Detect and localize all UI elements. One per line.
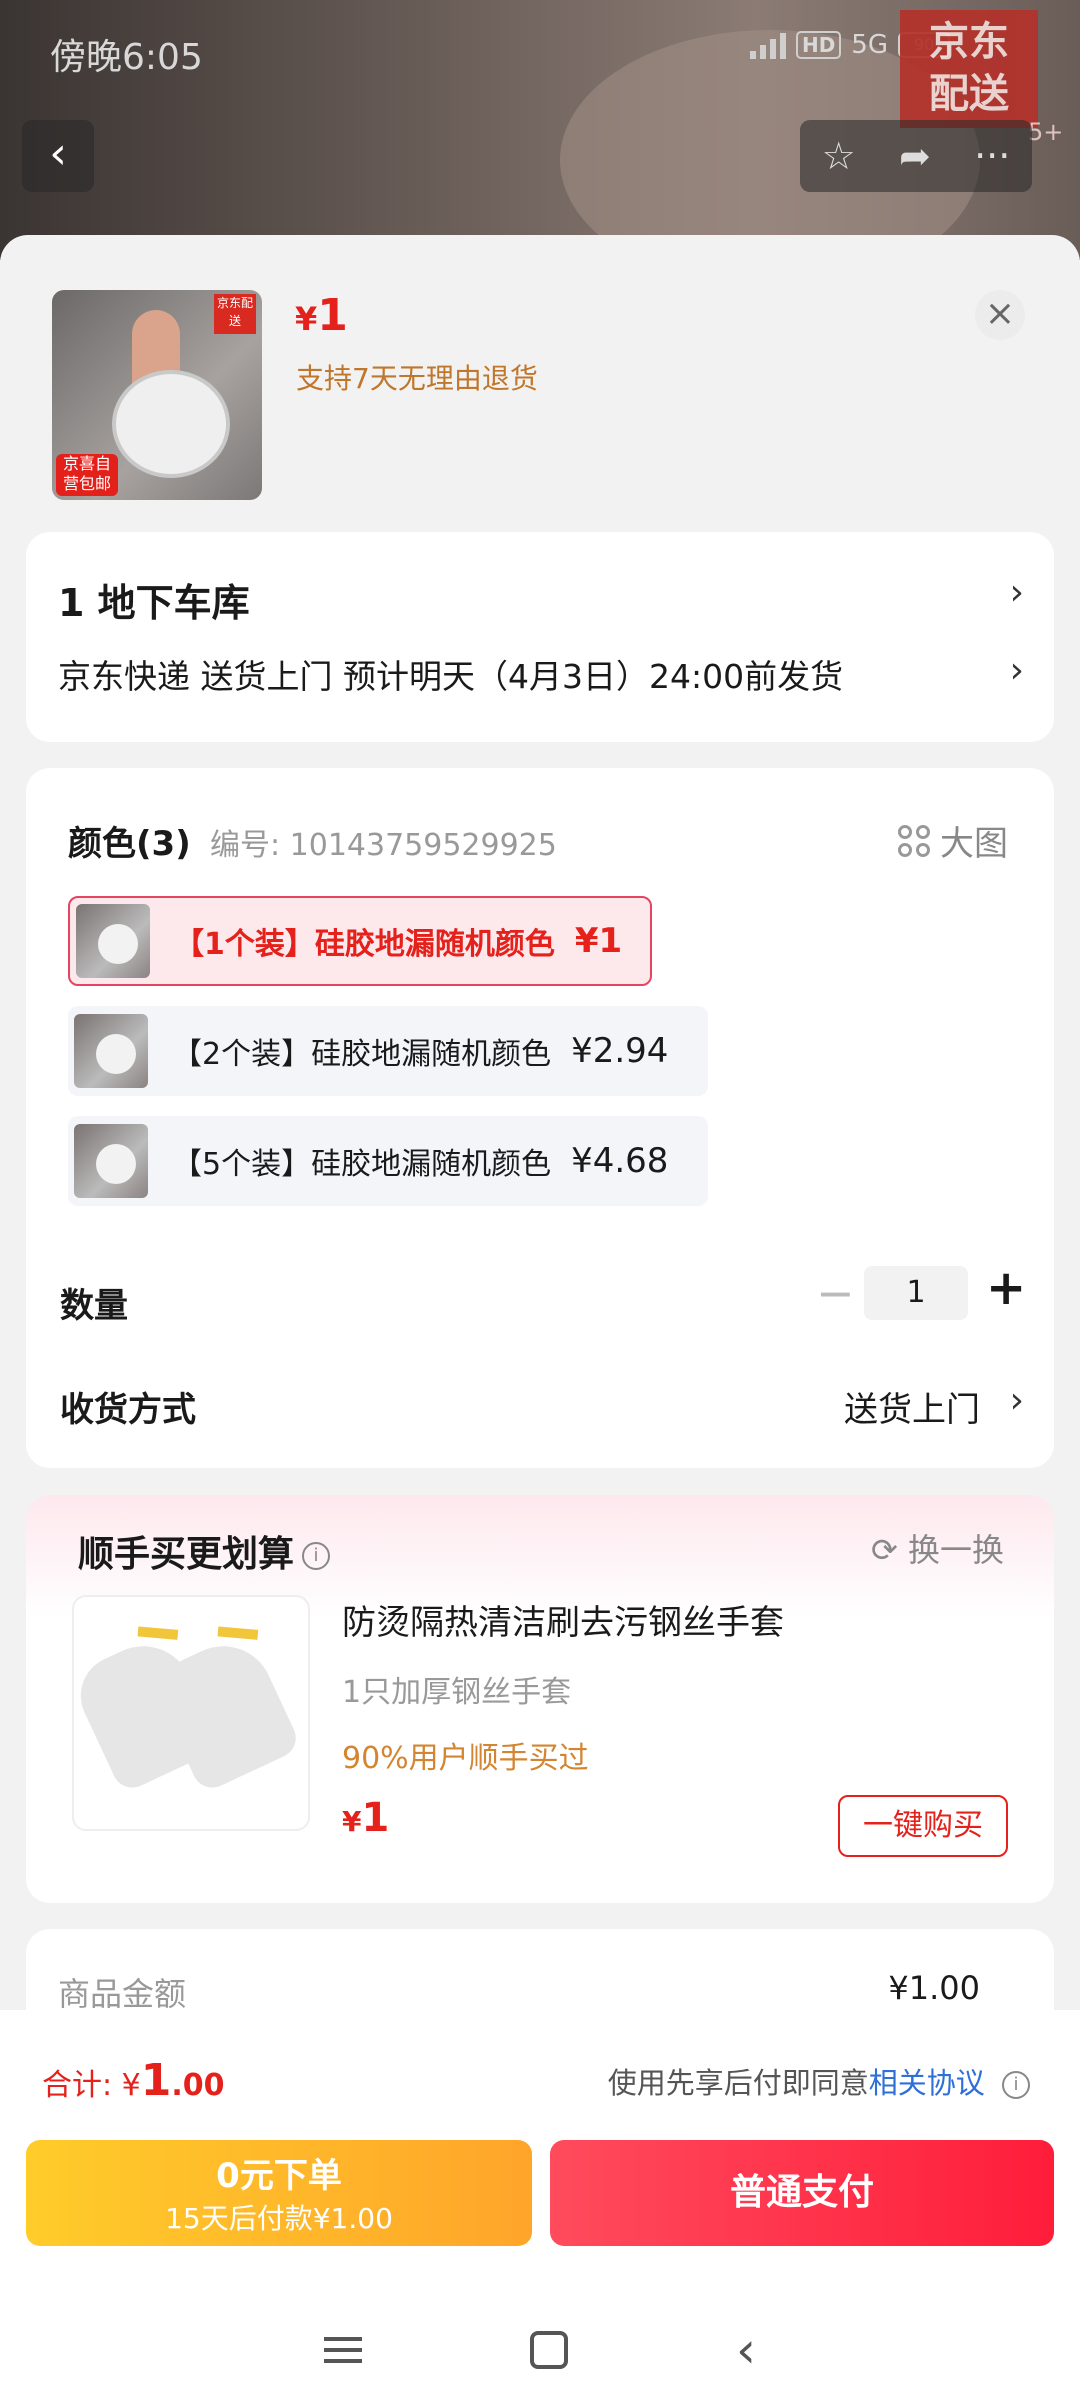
address-card[interactable]: 1 地下车库 › 京东快递 送货上门 预计明天（4月3日）24:00前发货 › [26,532,1054,742]
normal-pay-button[interactable]: 普通支付 [550,2140,1054,2246]
bundle-product-price: ¥1 [342,1795,389,1841]
bundle-product-percent: 90%用户顺手买过 [342,1741,589,1776]
jd-delivery-stamp: 京东 配送 [900,10,1038,128]
purchase-sheet: 京东配送 京喜自营包邮 ¥1 支持7天无理由退货 × 1 地下车库 › 京东快递… [0,235,1080,2135]
chevron-right-icon: › [1009,650,1024,691]
product-code: 编号: 10143759529925 [210,828,557,863]
delivery-estimate: 京东快递 送货上门 预计明天（4月3日）24:00前发货 [58,657,844,696]
option-2[interactable]: 【2个装】硅胶地漏随机颜色 ¥2.94 [68,1006,708,1096]
hd-badge: HD [795,31,842,59]
image-count-badge: 5+ [1028,118,1064,146]
one-click-buy-button[interactable]: 一键购买 [838,1795,1008,1857]
thumb-drain-cover [112,370,230,478]
agreement-link[interactable]: 相关协议 [869,2066,985,2100]
thumb-badge: 京喜自营包邮 [56,454,118,496]
swap-button[interactable]: ⟳ 换一换 [871,1525,1004,1571]
total: 合计: ¥1.00 [42,2055,225,2106]
quantity-label: 数量 [60,1286,128,1326]
status-time: 傍晚6:05 [50,37,203,78]
amount-label: 商品金额 [58,1975,187,2013]
product-price: ¥1 [295,290,348,341]
option-thumbnail [74,1014,148,1088]
stamp-text-2: 配送 [929,71,1009,117]
pay-later-sub: 15天后付款¥1.00 [165,2202,393,2235]
option-price: ¥4.68 [571,1141,669,1181]
chevron-right-icon: › [1009,572,1024,613]
total-dec: .00 [171,2068,225,2103]
close-button[interactable]: × [975,290,1025,340]
network-label: 5G [851,30,888,60]
quantity-increase-button[interactable]: + [986,1260,1026,1316]
total-symbol: ¥ [121,2068,141,2103]
agreement-text: 使用先享后付即同意 [607,2066,869,2100]
total-int: 1 [140,2055,172,2106]
amount-value: ¥1.00 [888,1969,980,2007]
grid-icon [898,824,930,857]
option-3[interactable]: 【5个装】硅胶地漏随机颜色 ¥4.68 [68,1116,708,1206]
pay-later-title: 0元下单 [216,2156,342,2196]
back-button[interactable]: ‹ [22,120,94,192]
receive-method-value[interactable]: 送货上门 [844,1382,980,1431]
info-icon[interactable]: i [302,1542,331,1570]
address-text: 1 地下车库 [58,581,250,625]
option-1[interactable]: 【1个装】硅胶地漏随机颜色 ¥1 [68,896,652,986]
home-icon[interactable] [530,2331,568,2369]
bundle-product-image[interactable] [72,1595,310,1831]
pay-later-button[interactable]: 0元下单 15天后付款¥1.00 [26,2140,532,2246]
back-nav-icon[interactable]: ‹ [736,2321,756,2379]
price-value: 1 [361,1795,390,1841]
agreement: 使用先享后付即同意相关协议 i [608,2060,1030,2102]
receive-method-label: 收货方式 [60,1390,196,1430]
spec-card: 颜色(3) 编号: 10143759529925 大图 【1个装】硅胶地漏随机颜… [26,768,1054,1468]
thumb-tag: 京东配送 [214,294,256,334]
system-nav-bar: ‹ [0,2300,1080,2400]
favorite-icon[interactable]: ☆ [822,134,856,178]
info-icon[interactable]: i [1002,2071,1030,2099]
share-icon[interactable]: ➦ [899,134,931,178]
color-title: 颜色(3) [68,824,191,864]
quantity-decrease-button[interactable]: − [816,1266,855,1320]
quantity-input[interactable]: 1 [864,1266,968,1320]
big-image-label: 大图 [940,824,1008,864]
top-actions: ☆ ➦ ··· [800,120,1032,192]
menu-icon[interactable] [324,2337,362,2363]
refresh-icon: ⟳ [871,1531,898,1569]
bundle-title-text: 顺手买更划算 [78,1534,295,1575]
back-icon: ‹ [49,128,67,179]
price-value: 1 [317,290,348,341]
option-thumbnail [74,1124,148,1198]
signal-icon [749,31,786,59]
more-icon[interactable]: ··· [974,134,1010,178]
bundle-product-name[interactable]: 防烫隔热清洁刷去污钢丝手套 [342,1595,784,1644]
chevron-right-icon: › [1009,1380,1024,1421]
bundle-product-sub: 1只加厚钢丝手套 [342,1675,572,1710]
total-label: 合计: [42,2068,122,2103]
option-name: 【5个装】硅胶地漏随机颜色 [172,1147,552,1182]
return-policy: 支持7天无理由退货 [296,362,538,395]
option-name: 【2个装】硅胶地漏随机颜色 [172,1037,552,1072]
stamp-text-1: 京东 [929,19,1009,65]
price-symbol: ¥ [342,1805,362,1838]
option-price: ¥2.94 [571,1031,669,1071]
swap-label: 换一换 [907,1531,1004,1569]
bundle-title: 顺手买更划算 i [78,1525,331,1577]
option-price: ¥1 [574,921,623,961]
close-icon: × [984,293,1016,334]
bundle-card: 顺手买更划算 i ⟳ 换一换 防烫隔热清洁刷去污钢丝手套 1只加厚钢丝手套 90%… [26,1495,1054,1903]
option-thumbnail [76,904,150,978]
big-image-toggle[interactable]: 大图 [898,816,1008,865]
option-name: 【1个装】硅胶地漏随机颜色 [174,927,555,962]
price-symbol: ¥ [295,300,318,338]
product-thumbnail[interactable]: 京东配送 京喜自营包邮 [52,290,262,500]
